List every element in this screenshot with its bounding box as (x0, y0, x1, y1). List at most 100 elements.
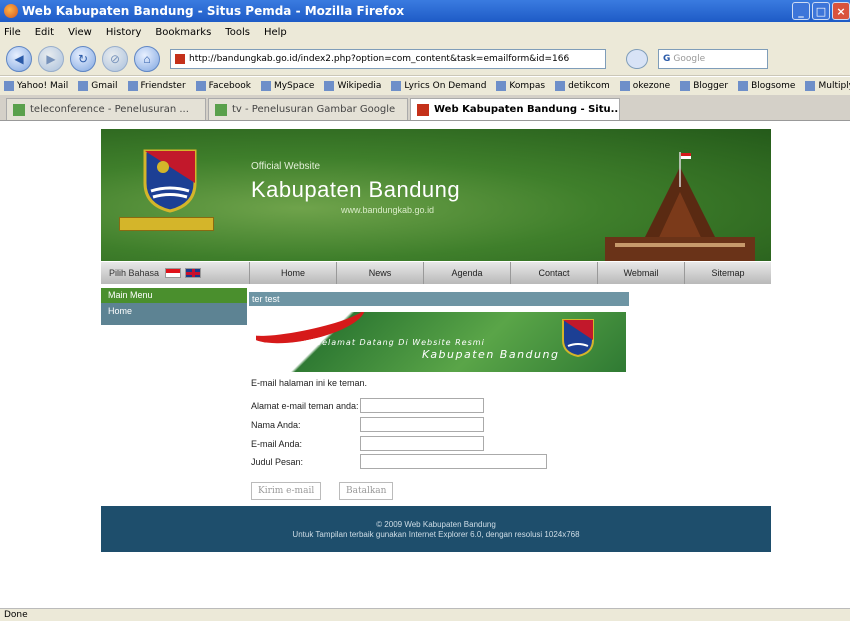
bookmark-icon (78, 81, 89, 91)
bookmark-icon (555, 81, 566, 91)
bookmark-label: Lyrics On Demand (404, 81, 487, 91)
close-button[interactable]: × (832, 2, 850, 20)
crest-ribbon (119, 217, 214, 231)
reload-button[interactable]: ↻ (70, 45, 96, 72)
back-button[interactable]: ◀ (6, 45, 32, 72)
nav-webmail[interactable]: Webmail (597, 262, 684, 284)
bookmark-icon (619, 81, 630, 91)
nav-home[interactable]: Home (249, 262, 336, 284)
bookmark-label: Wikipedia (337, 81, 382, 91)
email-form-section: ter test Selamat Datang Di Website Resmi… (249, 292, 629, 500)
banner-line-2: Kabupaten Bandung (422, 348, 560, 361)
bookmark-lyrics[interactable]: Lyrics On Demand (391, 81, 486, 91)
maximize-button[interactable]: □ (812, 2, 830, 20)
main-menu-item-home[interactable]: Home (101, 303, 247, 325)
indonesia-flag-icon[interactable] (165, 268, 182, 278)
google-search-icon: G (663, 53, 671, 64)
url-bar[interactable]: http://bandungkab.go.id/index2.php?optio… (170, 48, 606, 69)
bookmark-okezone[interactable]: okezone (619, 81, 671, 91)
forward-button[interactable]: ▶ (38, 45, 64, 72)
home-button[interactable]: ⌂ (134, 45, 160, 72)
bookmark-icon (127, 81, 138, 91)
google-favicon-icon (215, 103, 227, 116)
bookmark-label: Facebook (208, 81, 251, 91)
bookmark-blogsome[interactable]: Blogsome (738, 81, 795, 91)
bookmark-label: Multiply (818, 81, 850, 91)
tab-tv-images[interactable]: tv - Penelusuran Gambar Google (208, 98, 408, 120)
menu-view[interactable]: View (68, 27, 92, 38)
friend-email-input[interactable] (360, 398, 484, 413)
uk-flag-icon[interactable] (185, 268, 202, 278)
menu-tools[interactable]: Tools (225, 27, 250, 38)
tab-label: tv - Penelusuran Gambar Google (232, 104, 396, 115)
bookmark-facebook[interactable]: Facebook (195, 81, 251, 91)
language-selector: Pilih Bahasa (101, 268, 249, 278)
menu-history[interactable]: History (106, 27, 142, 38)
bookmark-icon (738, 81, 749, 91)
url-text: http://bandungkab.go.id/index2.php?optio… (189, 53, 570, 64)
site-favicon-icon (417, 103, 429, 116)
menu-help[interactable]: Help (264, 27, 287, 38)
your-email-input[interactable] (360, 436, 484, 451)
bookmark-multiply[interactable]: Multiply (805, 81, 850, 91)
bookmark-label: okezone (632, 81, 671, 91)
bookmark-label: Blogsome (751, 81, 796, 91)
navigation-toolbar: ◀ ▶ ↻ ⊘ ⌂ http://bandungkab.go.id/index2… (0, 42, 850, 76)
your-name-input[interactable] (360, 417, 484, 432)
go-button[interactable] (626, 48, 648, 69)
main-menu-heading: Main Menu (101, 288, 247, 303)
window-title: Web Kabupaten Bandung - Situs Pemda - Mo… (22, 4, 405, 18)
nav-news[interactable]: News (336, 262, 423, 284)
your-email-label: E-mail Anda: (251, 439, 303, 449)
top-navigation: Pilih Bahasa Home News Agenda Contact We… (101, 262, 771, 284)
subject-input[interactable] (360, 454, 547, 469)
bookmark-detikcom[interactable]: detikcom (555, 81, 610, 91)
minimize-button[interactable]: _ (792, 2, 810, 20)
menu-file[interactable]: File (4, 27, 21, 38)
tab-label: teleconference - Penelusuran ... (30, 104, 189, 115)
site-footer: © 2009 Web Kabupaten Bandung Untuk Tampi… (101, 506, 771, 552)
bookmark-wikipedia[interactable]: Wikipedia (324, 81, 381, 91)
bookmark-label: Kompas (509, 81, 546, 91)
menu-edit[interactable]: Edit (35, 27, 54, 38)
tab-teleconference[interactable]: teleconference - Penelusuran ... (6, 98, 206, 120)
welcome-banner: Selamat Datang Di Website Resmi Kabupate… (256, 312, 626, 372)
bookmark-label: detikcom (568, 81, 610, 91)
government-building-image (605, 152, 755, 261)
nav-sitemap[interactable]: Sitemap (684, 262, 771, 284)
bookmark-icon (260, 81, 271, 91)
send-email-button[interactable]: Kirim e-mail (251, 482, 322, 500)
bookmark-icon (496, 81, 507, 91)
banner-crest-icon (562, 319, 594, 358)
kabupaten-crest-icon (143, 149, 197, 213)
bookmark-friendster[interactable]: Friendster (127, 81, 186, 91)
bookmark-yahoo-mail[interactable]: Yahoo! Mail (4, 81, 68, 91)
search-input[interactable]: G Google (658, 48, 768, 69)
search-placeholder: Google (673, 53, 706, 64)
bookmark-icon (195, 81, 206, 91)
main-menu: Main Menu Home (101, 288, 247, 325)
cancel-button[interactable]: Batalkan (339, 482, 394, 500)
tab-web-kabupaten[interactable]: Web Kabupaten Bandung - Situ... (410, 98, 620, 120)
bookmark-gmail[interactable]: Gmail (78, 81, 118, 91)
bookmark-kompas[interactable]: Kompas (496, 81, 545, 91)
stop-button[interactable]: ⊘ (102, 45, 128, 72)
window-titlebar: Web Kabupaten Bandung - Situs Pemda - Mo… (0, 0, 850, 22)
nav-contact[interactable]: Contact (510, 262, 597, 284)
menu-bookmarks[interactable]: Bookmarks (155, 27, 211, 38)
friend-email-label: Alamat e-mail teman anda: (251, 401, 359, 411)
tab-label: Web Kabupaten Bandung - Situ... (434, 104, 620, 115)
window-controls: _ □ × (792, 2, 850, 20)
nav-agenda[interactable]: Agenda (423, 262, 510, 284)
form-intro: E-mail halaman ini ke teman. (251, 378, 368, 388)
bookmarks-toolbar: Yahoo! Mail Gmail Friendster Facebook My… (0, 77, 850, 95)
bookmark-myspace[interactable]: MySpace (260, 81, 315, 91)
bookmark-label: MySpace (273, 81, 315, 91)
bookmark-blogger[interactable]: Blogger (680, 81, 728, 91)
status-bar: Done (0, 608, 850, 621)
firefox-icon (4, 4, 18, 18)
google-favicon-icon (13, 103, 25, 116)
site-url: www.bandungkab.go.id (341, 205, 435, 215)
page-viewport: Official Website Kabupaten Bandung www.b… (0, 122, 850, 608)
bookmark-label: Yahoo! Mail (17, 81, 69, 91)
